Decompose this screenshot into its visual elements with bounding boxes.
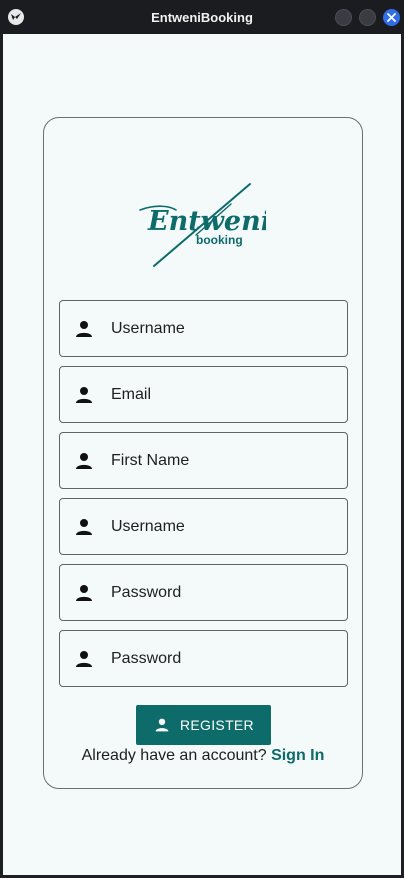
confirm-password-input[interactable] bbox=[111, 631, 336, 686]
person-icon bbox=[74, 385, 94, 405]
minimize-button[interactable] bbox=[335, 9, 352, 26]
person-icon bbox=[74, 649, 94, 669]
username-input[interactable] bbox=[111, 301, 336, 356]
signin-row: Already have an account? Sign In bbox=[44, 747, 362, 765]
signin-link[interactable]: Sign In bbox=[271, 747, 324, 764]
email-input[interactable] bbox=[111, 367, 336, 422]
person-icon bbox=[74, 451, 94, 471]
app-surface: Entweni booking Username Email First Nam… bbox=[3, 34, 401, 875]
first-name-field[interactable] bbox=[59, 432, 348, 489]
close-icon bbox=[387, 13, 396, 22]
close-button[interactable] bbox=[383, 9, 400, 26]
person-icon bbox=[74, 583, 94, 603]
register-card: Entweni booking Username Email First Nam… bbox=[43, 117, 363, 789]
first-name-input[interactable] bbox=[111, 433, 336, 488]
email-field[interactable] bbox=[59, 366, 348, 423]
person-icon bbox=[74, 517, 94, 537]
signin-prompt: Already have an account? bbox=[81, 747, 267, 764]
confirm-password-field[interactable] bbox=[59, 630, 348, 687]
logo-sub-text: booking bbox=[196, 233, 243, 247]
register-button[interactable]: REGISTER bbox=[136, 705, 271, 745]
person-icon bbox=[154, 717, 170, 733]
password-input[interactable] bbox=[111, 565, 336, 620]
password-field[interactable] bbox=[59, 564, 348, 621]
window-titlebar: EntweniBooking bbox=[0, 0, 404, 34]
maximize-button[interactable] bbox=[359, 9, 376, 26]
second-username-input[interactable] bbox=[111, 499, 336, 554]
last-name-field[interactable] bbox=[59, 498, 348, 555]
entweni-logo: Entweni booking bbox=[136, 180, 266, 270]
register-label: REGISTER bbox=[180, 717, 254, 733]
username-field[interactable] bbox=[59, 300, 348, 357]
person-icon bbox=[74, 319, 94, 339]
